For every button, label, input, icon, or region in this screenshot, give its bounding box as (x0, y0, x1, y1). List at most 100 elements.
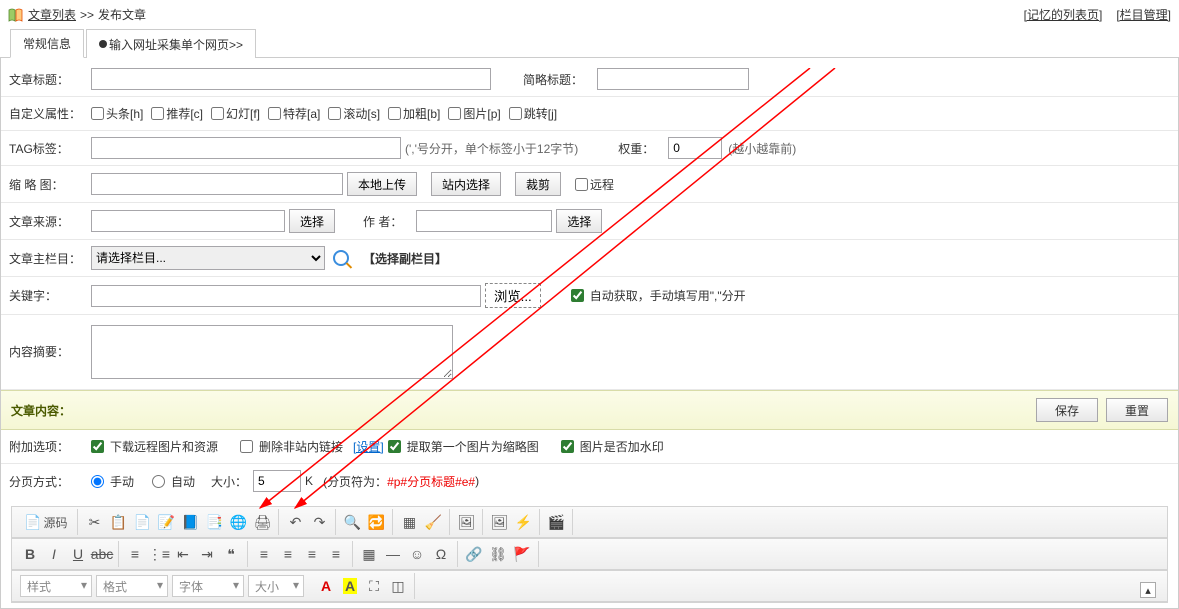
auto-keywords-checkbox[interactable] (571, 289, 584, 302)
attr-checkbox-0[interactable] (91, 107, 104, 120)
site-select-button[interactable]: 站内选择 (431, 172, 501, 196)
table-icon[interactable]: ▦ (358, 543, 380, 565)
media-icon[interactable]: 🎬 (545, 511, 567, 533)
main-column-select[interactable]: 请选择栏目... (91, 246, 325, 270)
tab-general[interactable]: 常规信息 (10, 29, 84, 58)
attr-label: 头条[h] (106, 105, 143, 122)
hr-icon[interactable]: — (382, 543, 404, 565)
tag-input[interactable] (91, 137, 401, 159)
specialchar-icon[interactable]: Ω (430, 543, 452, 565)
quote-icon[interactable]: ❝ (220, 543, 242, 565)
search-icon[interactable] (333, 250, 349, 266)
attr-checkbox-3[interactable] (268, 107, 281, 120)
label-summary: 内容摘要： (9, 325, 91, 360)
globe-icon[interactable]: 🌐 (227, 511, 249, 533)
print-icon[interactable]: 🖨 (251, 511, 273, 533)
strike-icon[interactable]: abc (91, 543, 113, 565)
ol-icon[interactable]: ≡ (124, 543, 146, 565)
local-upload-button[interactable]: 本地上传 (347, 172, 417, 196)
showblocks-icon[interactable]: ◫ (387, 575, 409, 597)
summary-textarea[interactable] (91, 325, 453, 379)
underline-icon[interactable]: U (67, 543, 89, 565)
weight-hint: (越小越靠前) (728, 140, 796, 157)
anchor-icon[interactable]: 🚩 (511, 543, 533, 565)
label-source: 文章来源： (9, 213, 91, 230)
replace-icon[interactable]: 🔁 (365, 511, 387, 533)
save-button[interactable]: 保存 (1036, 398, 1098, 422)
fontsize-select[interactable]: 大小 (248, 575, 304, 597)
removeformat-icon[interactable]: 🧹 (422, 511, 444, 533)
redo-icon[interactable]: ↷ (308, 511, 330, 533)
del-external-checkbox[interactable] (240, 440, 253, 453)
italic-icon[interactable]: I (43, 543, 65, 565)
download-remote-checkbox[interactable] (91, 440, 104, 453)
book-icon (8, 8, 24, 22)
cut-icon[interactable]: ✂ (83, 511, 105, 533)
attr-checkbox-5[interactable] (388, 107, 401, 120)
breadcrumb-list-link[interactable]: 文章列表 (28, 6, 76, 23)
attr-checkbox-2[interactable] (211, 107, 224, 120)
find-icon[interactable]: 🔍 (341, 511, 363, 533)
extract-first-checkbox[interactable] (388, 440, 401, 453)
tab-collect[interactable]: 输入网址采集单个网页>> (86, 29, 256, 58)
auto-keywords-label: 自动获取，手动填写用","分开 (590, 287, 746, 304)
style-select[interactable]: 样式 (20, 575, 92, 597)
smiley-icon[interactable]: ☺ (406, 543, 428, 565)
template-icon[interactable]: 🖼 (455, 511, 477, 533)
selectall-icon[interactable]: ▦ (398, 511, 420, 533)
expand-icon[interactable]: ▴ (1140, 582, 1156, 598)
pagebreak-icon[interactable]: 📑 (203, 511, 225, 533)
outdent-icon[interactable]: ⇤ (172, 543, 194, 565)
bgcolor-icon[interactable]: A (339, 575, 361, 597)
copy-icon[interactable]: 📋 (107, 511, 129, 533)
source-input[interactable] (91, 210, 285, 232)
flash-icon[interactable]: ⚡ (512, 511, 534, 533)
paging-manual-radio[interactable] (91, 475, 104, 488)
sub-column-link[interactable]: 【选择副栏目】 (363, 250, 447, 267)
setting-link[interactable]: [设置] (353, 438, 384, 455)
paste-text-icon[interactable]: 📝 (155, 511, 177, 533)
attr-checkbox-7[interactable] (509, 107, 522, 120)
attr-checkbox-1[interactable] (151, 107, 164, 120)
link-icon[interactable]: 🔗 (463, 543, 485, 565)
title-input[interactable] (91, 68, 491, 90)
maximize-icon[interactable]: ⛶ (363, 575, 385, 597)
textcolor-icon[interactable]: A (315, 575, 337, 597)
align-right-icon[interactable]: ≡ (301, 543, 323, 565)
attr-label: 跳转[j] (524, 105, 557, 122)
author-select-button[interactable]: 选择 (556, 209, 602, 233)
source-button[interactable]: 📄 源码 (19, 511, 72, 533)
weight-input[interactable] (668, 137, 722, 159)
paste-word-icon[interactable]: 📘 (179, 511, 201, 533)
reset-button[interactable]: 重置 (1106, 398, 1168, 422)
crop-button[interactable]: 裁剪 (515, 172, 561, 196)
keywords-input[interactable] (91, 285, 481, 307)
attr-checkbox-4[interactable] (328, 107, 341, 120)
remote-checkbox[interactable] (575, 178, 588, 191)
thumb-input[interactable] (91, 173, 343, 195)
unlink-icon[interactable]: ⛓ (487, 543, 509, 565)
paging-auto-radio[interactable] (152, 475, 165, 488)
size-input[interactable] (253, 470, 301, 492)
bold-icon[interactable]: B (19, 543, 41, 565)
column-manage-link[interactable]: [栏目管理] (1116, 6, 1171, 23)
undo-icon[interactable]: ↶ (284, 511, 306, 533)
align-left-icon[interactable]: ≡ (253, 543, 275, 565)
author-input[interactable] (416, 210, 552, 232)
watermark-checkbox[interactable] (561, 440, 574, 453)
attr-checkbox-6[interactable] (448, 107, 461, 120)
label-weight: 权重： (618, 140, 654, 157)
align-justify-icon[interactable]: ≡ (325, 543, 347, 565)
memory-list-link[interactable]: [记忆的列表页] (1024, 6, 1103, 23)
ul-icon[interactable]: ⋮≡ (148, 543, 170, 565)
browse-button[interactable]: 浏览... (485, 283, 541, 308)
indent-icon[interactable]: ⇥ (196, 543, 218, 565)
paste-icon[interactable]: 📄 (131, 511, 153, 533)
align-center-icon[interactable]: ≡ (277, 543, 299, 565)
font-select[interactable]: 字体 (172, 575, 244, 597)
short-title-input[interactable] (597, 68, 749, 90)
watermark-label: 图片是否加水印 (580, 438, 664, 455)
format-select[interactable]: 格式 (96, 575, 168, 597)
source-select-button[interactable]: 选择 (289, 209, 335, 233)
image-icon[interactable]: 🖼 (488, 511, 510, 533)
